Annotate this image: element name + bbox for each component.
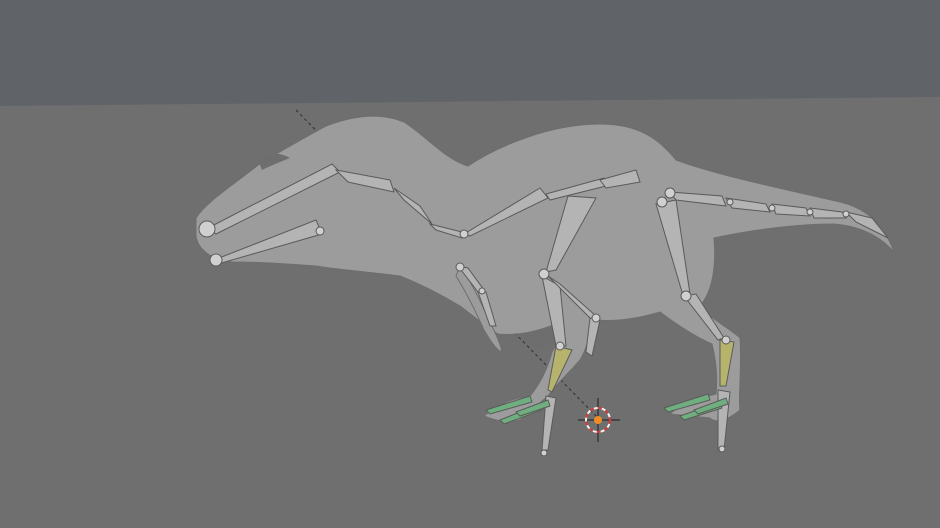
joint-tail-04[interactable] [806,208,814,216]
joint-knee-front[interactable] [538,268,550,280]
joint-neck[interactable] [459,229,469,239]
joint-jaw-tip[interactable] [315,226,325,236]
viewport-background-sky [0,0,940,110]
joint-ankle-front-b[interactable] [591,313,601,323]
joint-skull-root[interactable] [198,220,216,238]
joint-ankle-front[interactable] [555,341,565,351]
joint-toe-tip-front[interactable] [540,449,548,457]
joint-tail-03[interactable] [768,204,776,212]
joint-tail-root[interactable] [664,187,676,199]
3d-cursor-center [594,416,602,424]
3d-viewport[interactable] [0,0,940,528]
joint-hip-back[interactable] [656,196,668,208]
joint-tail-02[interactable] [726,198,734,206]
joint-shoulder[interactable] [455,262,465,272]
viewport-scene[interactable] [0,0,940,528]
joint-knee-back[interactable] [680,290,692,302]
joint-toe-tip-back[interactable] [718,445,726,453]
joint-tail-05[interactable] [842,210,850,218]
joint-elbow[interactable] [478,287,486,295]
joint-ankle-back[interactable] [721,335,731,345]
joint-jaw-root[interactable] [209,253,223,267]
